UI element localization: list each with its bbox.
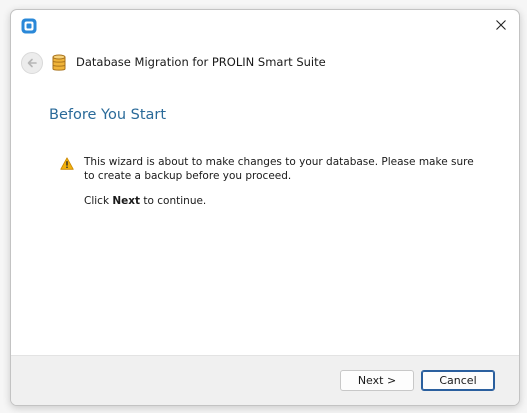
next-button[interactable]: Next >	[340, 370, 414, 391]
app-icon	[21, 18, 37, 34]
close-icon	[496, 20, 506, 30]
button-bar: Next > Cancel	[11, 355, 519, 405]
page-heading: Before You Start	[49, 107, 167, 123]
continue-prefix: Click	[84, 195, 113, 207]
window-title: Database Migration for PROLIN Smart Suit…	[76, 55, 326, 69]
back-arrow-icon	[27, 58, 37, 68]
continue-suffix: to continue.	[140, 195, 207, 207]
next-keyword: Next	[112, 195, 141, 207]
continue-instruction: Click Next to continue.	[84, 195, 206, 207]
back-button[interactable]	[21, 52, 43, 74]
warning-message: This wizard is about to make changes to …	[84, 156, 474, 182]
warning-icon	[60, 155, 74, 170]
database-icon	[52, 54, 66, 72]
wizard-window: Database Migration for PROLIN Smart Suit…	[10, 9, 520, 406]
cancel-button[interactable]: Cancel	[421, 370, 495, 391]
close-button[interactable]	[483, 10, 519, 40]
